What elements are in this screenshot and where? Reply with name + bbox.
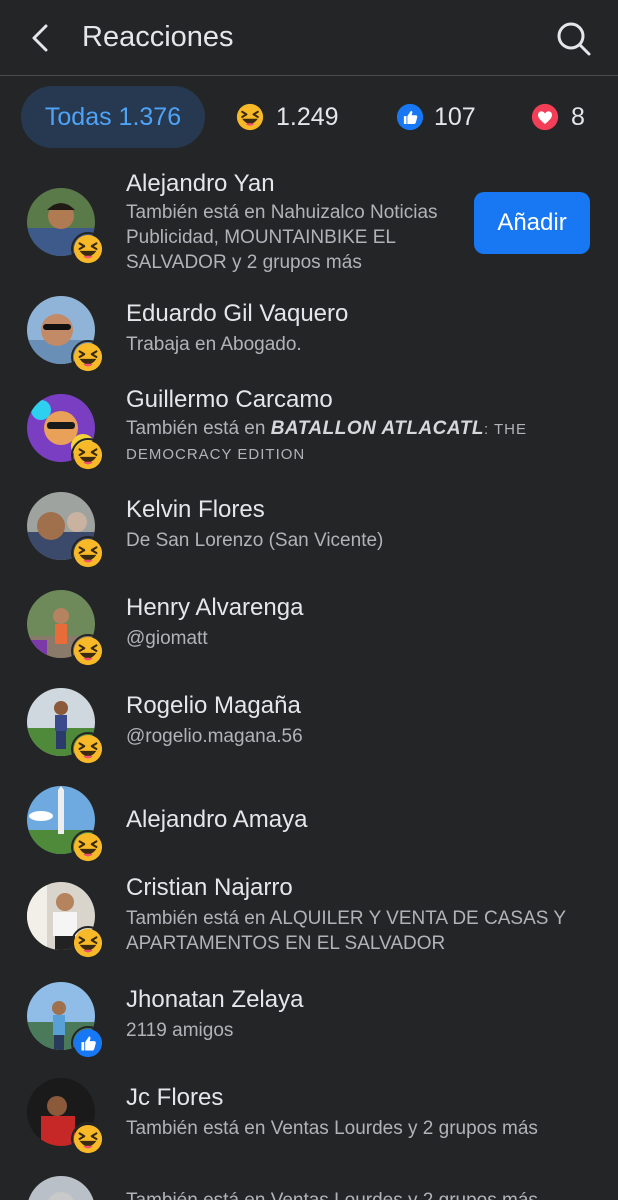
search-icon: [557, 22, 591, 56]
chevron-left-icon: [32, 24, 48, 52]
person-name[interactable]: Guillermo Carcamo: [126, 386, 333, 414]
person-name[interactable]: Eduardo Gil Vaquero: [126, 300, 348, 328]
person-subtitle: También está en Nahuizalco Noticias Publ…: [126, 202, 438, 273]
person-subtitle: @rogelio.magana.56: [126, 726, 303, 747]
haha-reaction-icon: [71, 830, 105, 864]
list-item[interactable]: Alejandro Amaya: [0, 770, 618, 864]
person-subtitle: De San Lorenzo (San Vicente): [126, 530, 384, 551]
person-subtitle: 2119 amigos: [126, 1020, 234, 1041]
list-item[interactable]: Guillermo Carcamo También está en BATALL…: [0, 376, 618, 476]
haha-emoji-icon: [236, 103, 264, 131]
search-button[interactable]: [553, 18, 593, 58]
haha-reaction-icon: [71, 1122, 105, 1156]
tab-like-count: 107: [434, 103, 476, 131]
list-item[interactable]: Alejandro Yan También está en Nahuizalco…: [0, 160, 618, 280]
haha-reaction-icon: [71, 232, 105, 266]
person-name[interactable]: Rogelio Magaña: [126, 692, 301, 720]
love-icon: [531, 103, 559, 131]
avatar[interactable]: [27, 1176, 95, 1200]
list-item[interactable]: Cristian Najarro También está en ALQUILE…: [0, 860, 618, 970]
haha-reaction-icon: [71, 340, 105, 374]
list-item[interactable]: Jhonatan Zelaya 2119 amigos: [0, 970, 618, 1070]
person-subtitle: También está en Ventas Lourdes y 2 grupo…: [126, 1118, 538, 1139]
person-name[interactable]: Alejandro Amaya: [126, 806, 307, 834]
list-item[interactable]: Henry Alvarenga @giomatt: [0, 574, 618, 672]
tab-haha[interactable]: 1.249: [236, 86, 356, 148]
tab-love-count: 8: [571, 103, 585, 131]
back-button[interactable]: [24, 20, 60, 56]
list-item[interactable]: Rogelio Magaña @rogelio.magana.56: [0, 672, 618, 770]
person-name[interactable]: Cristian Najarro: [126, 874, 293, 902]
list-item[interactable]: Jc Flores También está en Ventas Lourdes…: [0, 1070, 618, 1170]
list-item[interactable]: También está en Ventas Lourdes y 2 grupo…: [0, 1170, 618, 1200]
haha-reaction-icon: [71, 536, 105, 570]
haha-reaction-icon: [71, 438, 105, 472]
haha-reaction-icon: [71, 732, 105, 766]
person-subtitle: @giomatt: [126, 628, 208, 649]
person-name[interactable]: Kelvin Flores: [126, 496, 265, 524]
tab-all[interactable]: Todas 1.376: [21, 86, 205, 148]
person-subtitle: También está en BATALLON ATLACATL: THE D…: [126, 418, 528, 463]
like-reaction-icon: [71, 1026, 105, 1060]
tab-haha-count: 1.249: [276, 103, 339, 131]
person-subtitle: También está en Ventas Lourdes y 2 grupo…: [126, 1188, 538, 1200]
reaction-filter-tabs: Todas 1.376 1.249 107 8: [0, 86, 618, 148]
tab-all-label: Todas 1.376: [44, 103, 182, 131]
add-friend-button[interactable]: Añadir: [474, 192, 590, 254]
haha-reaction-icon: [71, 926, 105, 960]
person-name[interactable]: Henry Alvarenga: [126, 594, 303, 622]
person-name[interactable]: Jc Flores: [126, 1084, 223, 1112]
tab-love[interactable]: 8: [531, 86, 591, 148]
list-item[interactable]: Eduardo Gil Vaquero Trabaja en Abogado.: [0, 280, 618, 376]
page-title: Reacciones: [82, 21, 234, 53]
person-subtitle: También está en ALQUILER Y VENTA DE CASA…: [126, 908, 567, 954]
like-icon: [396, 103, 424, 131]
tab-like[interactable]: 107: [396, 86, 496, 148]
list-item[interactable]: Kelvin Flores De San Lorenzo (San Vicent…: [0, 476, 618, 574]
top-bar: Reacciones: [0, 0, 618, 76]
person-name[interactable]: Alejandro Yan: [126, 170, 275, 198]
person-name[interactable]: Jhonatan Zelaya: [126, 986, 303, 1014]
haha-reaction-icon: [71, 634, 105, 668]
person-subtitle: Trabaja en Abogado.: [126, 334, 302, 355]
